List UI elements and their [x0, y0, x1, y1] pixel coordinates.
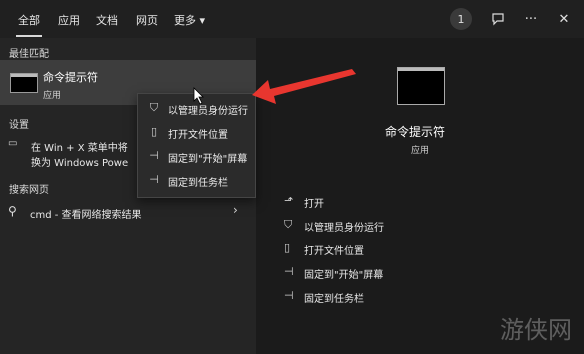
detail-subtitle: 应用 — [411, 146, 430, 156]
context-menu: ⛉ 以管理员身份运行 ▯ 打开文件位置 ⊣ 固定到"开始"屏幕 ⊣ 固定到任务栏 — [137, 93, 256, 198]
tab-web[interactable]: 网页 — [136, 12, 158, 28]
ellipsis-icon[interactable]: ··· — [520, 8, 542, 30]
watermark-logo: 游侠网 — [500, 316, 572, 344]
tab-documents[interactable]: 文档 — [96, 12, 118, 28]
ctx-open-file-location[interactable]: ▯ 打开文件位置 — [138, 122, 255, 144]
best-match-title: 命令提示符 — [43, 71, 98, 84]
open-icon: ⬏ — [284, 194, 294, 207]
search-web-header: 搜索网页 — [9, 185, 49, 196]
best-match-subtitle: 应用 — [43, 91, 62, 101]
ctx-run-as-admin[interactable]: ⛉ 以管理员身份运行 — [138, 98, 255, 120]
pin-icon: ⊣ — [149, 149, 159, 162]
tab-all[interactable]: 全部 — [16, 12, 42, 37]
ctx-pin-to-taskbar[interactable]: ⊣ 固定到任务栏 — [138, 170, 255, 192]
pin-icon: ⊣ — [284, 289, 294, 302]
cmd-app-icon — [10, 73, 38, 93]
pin-icon: ⊣ — [149, 173, 159, 186]
shield-icon: ⛉ — [284, 218, 293, 231]
close-icon[interactable]: ✕ — [553, 8, 575, 30]
pin-icon: ⊣ — [284, 265, 294, 278]
chevron-right-icon[interactable]: › — [233, 203, 238, 217]
folder-icon: ▯ — [150, 125, 158, 138]
search-icon: ⚲ — [8, 204, 17, 218]
shield-icon: ⛉ — [149, 101, 159, 114]
detail-title: 命令提示符 — [385, 125, 446, 139]
monitor-icon: ▭ — [8, 138, 18, 149]
tab-apps[interactable]: 应用 — [58, 12, 80, 28]
ctx-pin-to-start[interactable]: ⊣ 固定到"开始"屏幕 — [138, 146, 255, 168]
cmd-large-icon — [397, 67, 445, 105]
web-search-result[interactable]: cmd - 查看网络搜索结果 — [30, 206, 142, 221]
settings-header: 设置 — [9, 120, 29, 131]
setting-result-line1[interactable]: 在 Win + X 菜单中将 — [31, 139, 128, 154]
rewards-count-badge[interactable]: 1 — [450, 8, 472, 30]
folder-icon: ▯ — [284, 241, 291, 254]
setting-result-line2[interactable]: 换为 Windows Powe — [31, 154, 128, 169]
search-filter-bar: 全部 应用 文档 网页 更多 ▾ 1 ··· ✕ — [0, 0, 584, 38]
feedback-icon[interactable] — [487, 8, 509, 30]
tab-more[interactable]: 更多 ▾ — [174, 12, 205, 28]
best-match-header: 最佳匹配 — [9, 49, 49, 60]
